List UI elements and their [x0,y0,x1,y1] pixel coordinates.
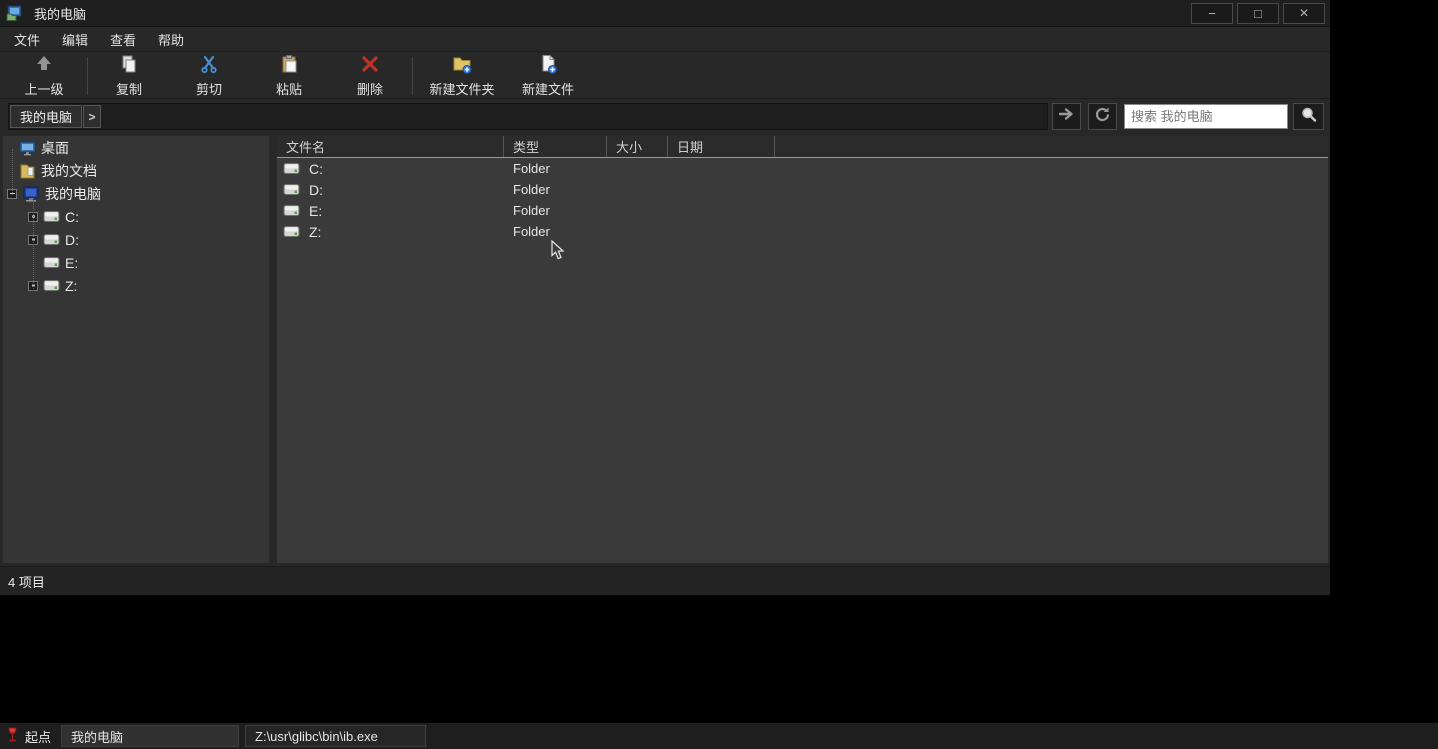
tree-item-drive-d[interactable]: D: [3,228,269,251]
tree-item-computer[interactable]: 我的电脑 [3,182,269,205]
new-file-icon [538,54,558,77]
refresh-icon [1094,106,1111,128]
item-count: 4 项目 [8,572,45,591]
search-icon [1300,106,1317,128]
tree-item-desktop[interactable]: 桌面 [3,136,269,159]
toolbar-separator [412,57,413,95]
window-controls: − □ × [1191,3,1325,24]
tree-item-drive-c[interactable]: C: [3,205,269,228]
delete-button[interactable]: 删除 [329,54,411,98]
menu-help[interactable]: 帮助 [147,27,195,52]
minimize-button[interactable]: − [1191,3,1233,24]
address-bar: 我的电脑 > [0,100,1330,133]
desktop-icon [19,140,36,156]
file-name: D: [309,182,323,198]
drive-icon [43,233,60,246]
go-button[interactable] [1052,103,1081,130]
start-button[interactable]: 起点 [0,727,61,746]
up-one-level-button[interactable]: 上一级 [2,54,86,98]
toolbar-separator [87,57,88,95]
search-input[interactable] [1124,104,1288,129]
tree-connector-line [12,149,13,195]
titlebar[interactable]: 我的电脑 − □ × [0,0,1330,27]
file-name: Z: [309,224,321,240]
list-header: 文件名 类型 大小 日期 [277,136,1328,158]
taskbar-button-my-computer[interactable]: 我的电脑 [61,725,239,747]
drive-icon [283,183,300,196]
column-header-type[interactable]: 类型 [504,136,607,157]
drive-icon [43,279,60,292]
up-arrow-icon [34,54,54,77]
paste-button[interactable]: 粘贴 [249,54,329,98]
toolbar: 上一级 复制 [0,53,1330,99]
drive-icon [283,162,300,175]
taskbar-button-ib-exe[interactable]: Z:\usr\glibc\bin\ib.exe [245,725,426,747]
computer-icon [22,186,40,202]
refresh-button[interactable] [1088,103,1117,130]
folder-tree: 桌面 我的文档 [3,136,269,563]
drive-icon [283,204,300,217]
drive-icon [283,225,300,238]
status-bar: 4 项目 [0,566,1330,595]
copy-button[interactable]: 复制 [89,54,169,98]
cut-button[interactable]: 剪切 [169,54,249,98]
wine-glass-icon [6,727,19,746]
new-folder-icon [452,54,472,77]
file-row-drive-c[interactable]: C: Folder [277,158,1328,179]
breadcrumb-item[interactable]: 我的电脑 [10,105,82,128]
column-header-filler [775,136,1328,157]
breadcrumb: 我的电脑 > [8,103,1048,130]
app-icon [6,5,22,21]
paste-icon [279,54,299,77]
delete-icon [360,54,380,77]
scissors-icon [199,54,219,77]
file-row-drive-d[interactable]: D: Folder [277,179,1328,200]
file-type: Folder [504,224,607,239]
drive-icon [43,210,60,223]
new-file-button[interactable]: 新建文件 [510,54,586,98]
tree-item-drive-e[interactable]: E: [3,251,269,274]
go-arrow-icon [1058,107,1075,126]
menu-view[interactable]: 查看 [99,27,147,52]
new-folder-button[interactable]: 新建文件夹 [414,54,510,98]
maximize-button[interactable]: □ [1237,3,1279,24]
file-name: E: [309,203,322,219]
column-header-size[interactable]: 大小 [607,136,668,157]
taskbar: 起点 我的电脑 Z:\usr\glibc\bin\ib.exe [0,723,1438,749]
file-type: Folder [504,182,607,197]
drive-icon [43,256,60,269]
menubar: 文件 编辑 查看 帮助 [0,28,1330,52]
file-type: Folder [504,203,607,218]
file-row-drive-z[interactable]: Z: Folder [277,221,1328,242]
menu-file[interactable]: 文件 [3,27,51,52]
documents-folder-icon [19,163,36,179]
desktop: 我的电脑 − □ × 文件 编辑 查看 帮助 上一级 [0,0,1438,749]
copy-icon [119,54,139,77]
close-button[interactable]: × [1283,3,1325,24]
menu-edit[interactable]: 编辑 [51,27,99,52]
file-manager-window: 我的电脑 − □ × 文件 编辑 查看 帮助 上一级 [0,0,1330,595]
search-button[interactable] [1293,103,1324,130]
file-name: C: [309,161,323,177]
tree-item-documents[interactable]: 我的文档 [3,159,269,182]
chevron-right-icon[interactable]: > [83,105,101,128]
tree-connector-line [33,196,34,291]
file-list: 文件名 类型 大小 日期 C: Folder [277,136,1328,563]
start-label: 起点 [25,727,51,746]
column-header-date[interactable]: 日期 [668,136,775,157]
tree-item-drive-z[interactable]: Z: [3,274,269,297]
window-title: 我的电脑 [34,4,86,23]
file-row-drive-e[interactable]: E: Folder [277,200,1328,221]
file-type: Folder [504,161,607,176]
column-header-filename[interactable]: 文件名 [277,136,504,157]
